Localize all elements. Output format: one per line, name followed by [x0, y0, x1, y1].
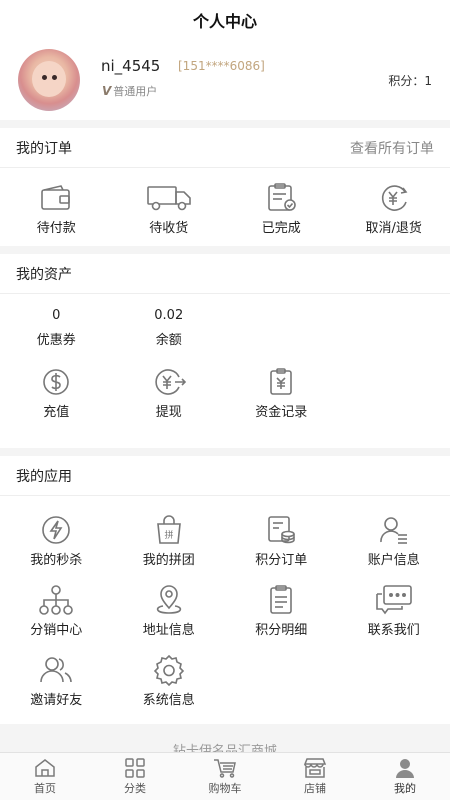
orders-row: 待付款 待收货 已完成 取消/退货: [0, 168, 450, 246]
home-icon: [34, 757, 56, 779]
points-detail-icon: [266, 584, 296, 616]
app-points-order[interactable]: 积分订单: [225, 502, 338, 572]
top-bar: 个人中心: [0, 0, 450, 40]
tab-store[interactable]: 店铺: [270, 753, 360, 800]
view-all-orders-link[interactable]: 查看所有订单: [350, 138, 434, 158]
coupon-label: 优惠券: [36, 333, 76, 348]
chat-icon: [374, 584, 414, 616]
account-icon: [378, 514, 410, 546]
asset-values-row: 0 优惠券 0.02 余额: [0, 294, 450, 356]
apps-title: 我的应用: [16, 468, 72, 485]
coupon-count: 0: [52, 308, 61, 323]
orders-card: 我的订单 查看所有订单 待付款 待收货 已完成 取消/退货: [0, 128, 450, 246]
assets-card: 我的资产 0 优惠券 0.02 余额 充值 提现 资金记录: [0, 254, 450, 448]
clipboard-check-icon: [264, 182, 298, 214]
app-distribution-center[interactable]: 分销中心: [0, 572, 113, 642]
app-account-info[interactable]: 账户信息: [338, 502, 450, 572]
avatar[interactable]: [18, 49, 80, 111]
app-invite-friends[interactable]: 邀请好友: [0, 642, 113, 712]
orders-header: 我的订单 查看所有订单: [0, 128, 450, 168]
apps-row-3: 邀请好友 系统信息: [0, 642, 450, 712]
points-order-icon: [265, 514, 297, 546]
cart-icon: [213, 757, 237, 779]
dollar-circle-icon: [40, 366, 72, 398]
yen-withdraw-icon: [151, 366, 187, 398]
user-icon: [394, 757, 416, 779]
order-pending-receipt[interactable]: 待收货: [113, 168, 226, 246]
app-system-info[interactable]: 系统信息: [113, 642, 226, 712]
yen-refund-icon: [377, 182, 411, 214]
assets-title: 我的资产: [16, 266, 72, 283]
username: ni_4545: [101, 57, 161, 75]
apps-row-1: 我的秒杀 拼 我的拼团 积分订单 账户信息: [0, 502, 450, 572]
recharge-button[interactable]: 充值: [0, 356, 113, 420]
apps-header: 我的应用: [0, 456, 450, 496]
app-empty-slot-2: [338, 642, 450, 712]
gear-icon: [152, 654, 186, 686]
phone-number: [151****6086]: [178, 59, 265, 73]
app-points-detail[interactable]: 积分明细: [225, 572, 338, 642]
user-type: V 普通用户: [102, 83, 157, 99]
balance-amount: 0.02: [154, 308, 184, 323]
order-pending-payment[interactable]: 待付款: [0, 168, 113, 246]
lightning-icon: [39, 514, 73, 546]
svg-text:拼: 拼: [164, 529, 173, 541]
profile-section[interactable]: ni_4545 [151****6086] V 普通用户 积分：1: [0, 40, 450, 120]
app-group-buy[interactable]: 拼 我的拼团: [113, 502, 226, 572]
app-contact-us[interactable]: 联系我们: [338, 572, 450, 642]
fund-record-button[interactable]: 资金记录: [225, 356, 338, 420]
balance-label: 余额: [155, 333, 182, 348]
invite-friends-icon: [39, 654, 73, 686]
apps-row-2: 分销中心 地址信息 积分明细 联系我们: [0, 572, 450, 642]
asset-empty-slot: [338, 356, 450, 420]
location-pin-icon: [151, 584, 187, 616]
group-bag-icon: 拼: [153, 514, 185, 546]
orders-title: 我的订单: [16, 140, 72, 157]
yen-record-icon: [267, 366, 295, 398]
distribution-icon: [38, 584, 74, 616]
tab-home[interactable]: 首页: [0, 753, 90, 800]
assets-header: 我的资产: [0, 254, 450, 294]
user-type-label: 普通用户: [113, 85, 158, 98]
withdraw-button[interactable]: 提现: [113, 356, 226, 420]
app-empty-slot-1: [225, 642, 338, 712]
order-cancel-return[interactable]: 取消/退货: [338, 168, 450, 246]
vip-badge-icon: V: [102, 84, 112, 98]
app-address-info[interactable]: 地址信息: [113, 572, 226, 642]
tab-cart[interactable]: 购物车: [180, 753, 270, 800]
coupon-balance[interactable]: 0 优惠券: [0, 294, 113, 356]
store-icon: [303, 757, 327, 779]
apps-card: 我的应用 我的秒杀 拼 我的拼团 积分订单 账户信息 分销中心 地址信息 积分明…: [0, 456, 450, 724]
points-display[interactable]: 积分：1: [388, 72, 432, 89]
category-icon: [124, 757, 146, 779]
truck-icon: [146, 182, 192, 214]
tab-category[interactable]: 分类: [90, 753, 180, 800]
account-balance[interactable]: 0.02 余额: [113, 294, 226, 356]
page-title: 个人中心: [192, 12, 257, 31]
wallet-icon: [39, 182, 73, 214]
bottom-tab-bar: 首页 分类 购物车 店铺 我的: [0, 752, 450, 800]
app-flash-sale[interactable]: 我的秒杀: [0, 502, 113, 572]
tab-mine[interactable]: 我的: [360, 753, 450, 800]
order-completed[interactable]: 已完成: [225, 168, 338, 246]
asset-actions-row: 充值 提现 资金记录: [0, 356, 450, 420]
